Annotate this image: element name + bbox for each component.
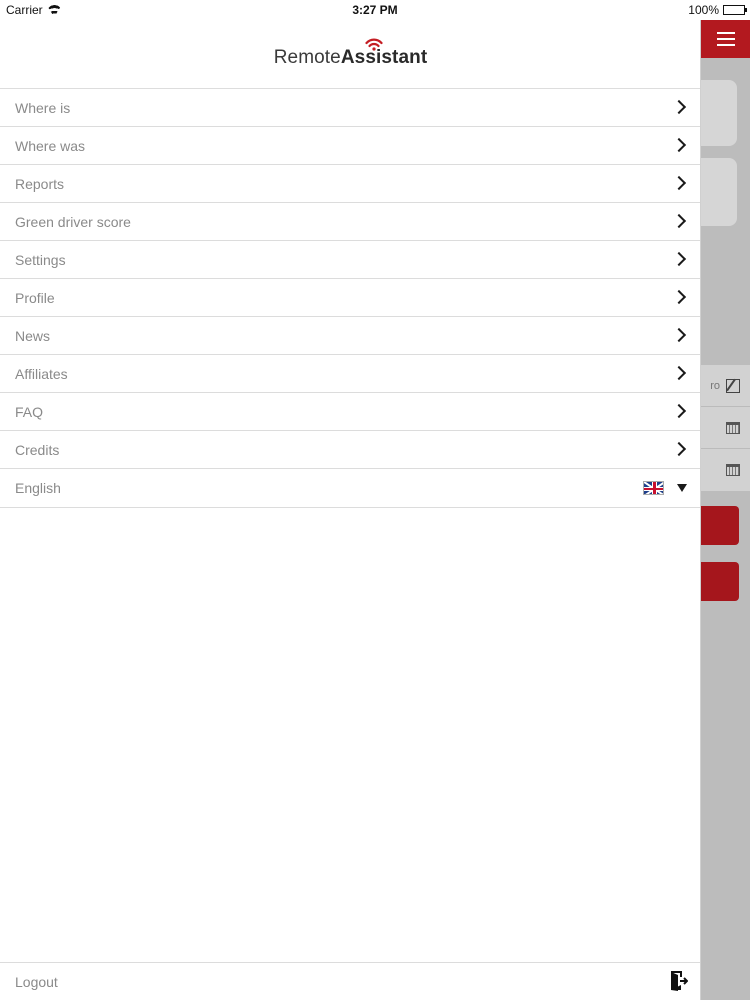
status-bar: Carrier 3:27 PM 100% <box>0 0 750 20</box>
menu-item-label: Credits <box>15 441 60 458</box>
chevron-right-icon <box>671 289 687 305</box>
menu-item-where-is[interactable]: Where is <box>0 89 700 127</box>
language-label: English <box>15 480 61 496</box>
hamburger-icon <box>716 32 735 46</box>
secondary-action-button[interactable] <box>701 562 739 601</box>
logo-text-bold: Assistant <box>340 47 428 68</box>
chevron-right-icon <box>671 441 687 457</box>
chevron-right-icon <box>671 403 687 419</box>
menu-item-label: Where is <box>15 99 71 116</box>
calendar-icon[interactable] <box>726 421 740 434</box>
form-row[interactable]: ro <box>701 365 750 407</box>
menu-item-label: FAQ <box>15 403 44 420</box>
edit-icon[interactable] <box>726 378 740 393</box>
drawer-menu: Where is Where was Reports Green driver … <box>0 88 700 508</box>
logout-door-icon <box>671 971 688 991</box>
dropdown-arrow-icon <box>677 484 687 492</box>
logo-text-light: Remote <box>273 47 341 68</box>
menu-item-label: Settings <box>15 251 66 268</box>
menu-item-profile[interactable]: Profile <box>0 279 700 317</box>
menu-item-label: Profile <box>15 289 55 306</box>
menu-item-label: News <box>15 327 51 344</box>
form-field-text: ro <box>710 379 720 392</box>
menu-item-settings[interactable]: Settings <box>0 241 700 279</box>
form-row[interactable] <box>701 449 750 491</box>
calendar-icon[interactable] <box>726 464 740 476</box>
menu-item-credits[interactable]: Credits <box>0 431 700 469</box>
menu-item-label: Where was <box>15 137 86 154</box>
logout-label: Logout <box>15 973 58 990</box>
chevron-right-icon <box>671 213 687 229</box>
battery-percent: 100% <box>688 3 719 17</box>
language-selector[interactable]: English <box>0 469 700 508</box>
logout-button[interactable]: Logout <box>0 962 700 1000</box>
menu-item-news[interactable]: News <box>0 317 700 355</box>
chevron-right-icon <box>671 365 687 381</box>
primary-action-button[interactable] <box>701 506 739 545</box>
menu-item-label: Green driver score <box>15 213 131 230</box>
chevron-right-icon <box>671 251 687 267</box>
status-right: 100% <box>688 3 747 17</box>
chevron-right-icon <box>671 175 687 191</box>
uk-flag-icon <box>643 481 664 495</box>
background-form: ro <box>701 365 750 491</box>
menu-item-label: Reports <box>15 175 65 192</box>
side-drawer: RemoteAssistant Where is Where was Repor… <box>0 20 701 1000</box>
chevron-right-icon <box>671 99 687 115</box>
form-row[interactable] <box>701 407 750 449</box>
logo-text: RemoteAssistant <box>0 47 701 69</box>
menu-item-label: Affiliates <box>15 365 68 382</box>
menu-item-where-was[interactable]: Where was <box>0 127 700 165</box>
battery-icon <box>723 5 747 15</box>
menu-toggle-button[interactable] <box>701 20 750 58</box>
menu-item-faq[interactable]: FAQ <box>0 393 700 431</box>
menu-item-affiliates[interactable]: Affiliates <box>0 355 700 393</box>
chevron-right-icon <box>671 327 687 343</box>
app-logo: RemoteAssistant <box>0 20 701 88</box>
chevron-right-icon <box>671 137 687 153</box>
menu-item-reports[interactable]: Reports <box>0 165 700 203</box>
menu-item-green-driver-score[interactable]: Green driver score <box>0 203 700 241</box>
status-time: 3:27 PM <box>352 3 398 17</box>
